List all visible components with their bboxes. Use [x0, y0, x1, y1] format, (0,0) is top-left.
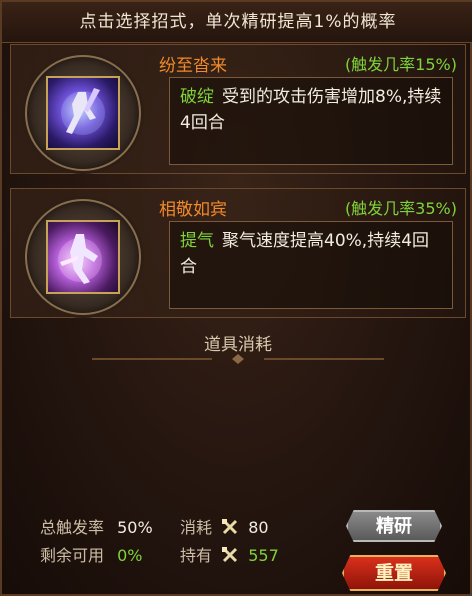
- owned-row: 持有 557: [180, 542, 279, 566]
- total-rate-label: 总触发率: [40, 518, 105, 537]
- skill-card-2[interactable]: 相敬如宾 (触发几率35%) 提气 聚气速度提高40%,持续4回合: [10, 188, 466, 318]
- crossed-hammer-icon: [222, 519, 238, 535]
- skill-description: 破绽 受到的攻击伤害增加8%,持续4回合: [169, 77, 453, 165]
- skill-name: 相敬如宾: [159, 200, 227, 220]
- effect-keyword: 提气: [180, 231, 214, 251]
- materials-title: 道具消耗: [204, 335, 272, 355]
- instruction-banner: 点击选择招式，单次精研提高1%的概率: [2, 2, 472, 43]
- skill-description: 提气 聚气速度提高40%,持续4回合: [169, 221, 453, 309]
- skill-name: 纷至沓来: [159, 56, 227, 76]
- ornament-divider: [92, 354, 384, 364]
- refine-panel: 点击选择招式，单次精研提高1%的概率 纷至沓来 (触发几率15%) 破绽 受到的攻…: [0, 0, 472, 596]
- remaining-label: 剩余可用: [40, 546, 105, 565]
- total-rate-value: 50%: [117, 518, 153, 537]
- owned-label: 持有: [180, 546, 213, 565]
- skill-portrait-icon: [46, 76, 120, 150]
- cost-row: 消耗 80: [180, 514, 269, 538]
- effect-keyword: 破绽: [180, 87, 214, 107]
- remaining-value: 0%: [117, 546, 143, 565]
- effect-text: 受到的攻击伤害增加8%,持续4回合: [180, 87, 442, 133]
- trigger-rate: (触发几率15%): [344, 55, 457, 74]
- skill-card-1[interactable]: 纷至沓来 (触发几率15%) 破绽 受到的攻击伤害增加8%,持续4回合: [10, 44, 466, 174]
- remaining-rate: 剩余可用 0%: [40, 542, 143, 566]
- refine-button[interactable]: 精研: [346, 510, 442, 542]
- cost-label: 消耗: [180, 518, 213, 537]
- cost-value: 80: [248, 518, 269, 537]
- trigger-rate: (触发几率35%): [344, 199, 457, 218]
- skill-icon-frame: [25, 199, 141, 315]
- skill-portrait-icon: [46, 220, 120, 294]
- owned-value: 557: [248, 546, 279, 565]
- total-rate: 总触发率 50%: [40, 514, 153, 538]
- reset-button[interactable]: 重置: [342, 555, 446, 591]
- crossed-hammer-icon: [222, 547, 238, 563]
- effect-text: 聚气速度提高40%,持续4回合: [180, 231, 430, 277]
- skill-icon-frame: [25, 55, 141, 171]
